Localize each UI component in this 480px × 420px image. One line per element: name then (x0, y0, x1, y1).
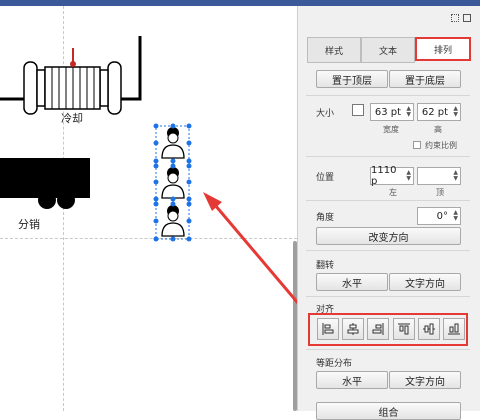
flip-label: 翻转 (316, 261, 335, 271)
position-label: 位置 (316, 173, 335, 183)
spinner-arrows-icon[interactable]: ▲ ▼ (406, 106, 411, 118)
size-label: 大小 (316, 109, 335, 119)
to-front-button[interactable]: 置于顶层 (316, 70, 388, 88)
autosize-icon[interactable] (352, 104, 364, 116)
spinner-arrows-icon[interactable]: ▲ ▼ (453, 210, 458, 222)
top-caption: 顶 (436, 188, 444, 197)
align-top-icon[interactable] (393, 318, 415, 340)
distribute-label: 等距分布 (316, 359, 353, 369)
flip-text-direction-button[interactable]: 文字方向 (389, 273, 461, 291)
align-right-icon[interactable] (367, 318, 389, 340)
to-back-button[interactable]: 置于底层 (389, 70, 461, 88)
spinner-arrows-icon[interactable]: ▲ ▼ (453, 106, 458, 118)
left-input[interactable]: 1110 p ▲ ▼ (370, 165, 414, 187)
angle-value: 0° (436, 210, 448, 222)
top-input[interactable]: ▲ ▼ (417, 167, 461, 185)
tab-arrange[interactable]: 排列 (415, 37, 471, 61)
left-value: 1110 p (371, 165, 397, 187)
divider (306, 156, 470, 157)
tab-style[interactable]: 样式 (307, 37, 361, 63)
align-center-icon[interactable] (342, 318, 364, 340)
angle-input[interactable]: 0° ▲ ▼ (417, 207, 461, 225)
divider (306, 200, 470, 201)
constrain-checkbox[interactable] (413, 141, 421, 149)
divider (306, 296, 470, 297)
width-input[interactable]: 63 pt ▲ ▼ (370, 103, 414, 121)
width-caption: 宽度 (383, 125, 399, 134)
height-caption: 高 (434, 125, 442, 134)
align-left-icon[interactable] (317, 318, 339, 340)
flip-horizontal-button[interactable]: 水平 (316, 273, 388, 291)
divider (306, 95, 470, 96)
height-input[interactable]: 62 pt ▲ ▼ (417, 103, 461, 121)
align-bottom-icon[interactable] (443, 318, 465, 340)
left-caption: 左 (389, 188, 397, 197)
panel-tabs: 样式 文本 排列 (307, 37, 471, 63)
tab-text[interactable]: 文本 (361, 37, 415, 63)
panel-toggle-icon[interactable] (463, 14, 471, 22)
spinner-arrows-icon[interactable]: ▲ ▼ (453, 170, 458, 182)
distribute-horizontal-button[interactable]: 水平 (316, 371, 388, 389)
angle-label: 角度 (316, 213, 335, 223)
group-button[interactable]: 组合 (316, 402, 461, 420)
spinner-arrows-icon[interactable]: ▲ ▼ (406, 170, 411, 182)
align-middle-icon[interactable] (418, 318, 440, 340)
constrain-label: 约束比例 (425, 141, 457, 150)
divider (306, 349, 470, 350)
distribute-vertical-button[interactable]: 文字方向 (389, 371, 461, 389)
fullscreen-icon[interactable] (451, 14, 459, 22)
width-value: 63 pt (374, 106, 401, 118)
height-value: 62 pt (421, 106, 448, 118)
rotate-button[interactable]: 改变方向 (316, 227, 461, 245)
divider (306, 250, 470, 251)
panel-header (298, 6, 480, 34)
